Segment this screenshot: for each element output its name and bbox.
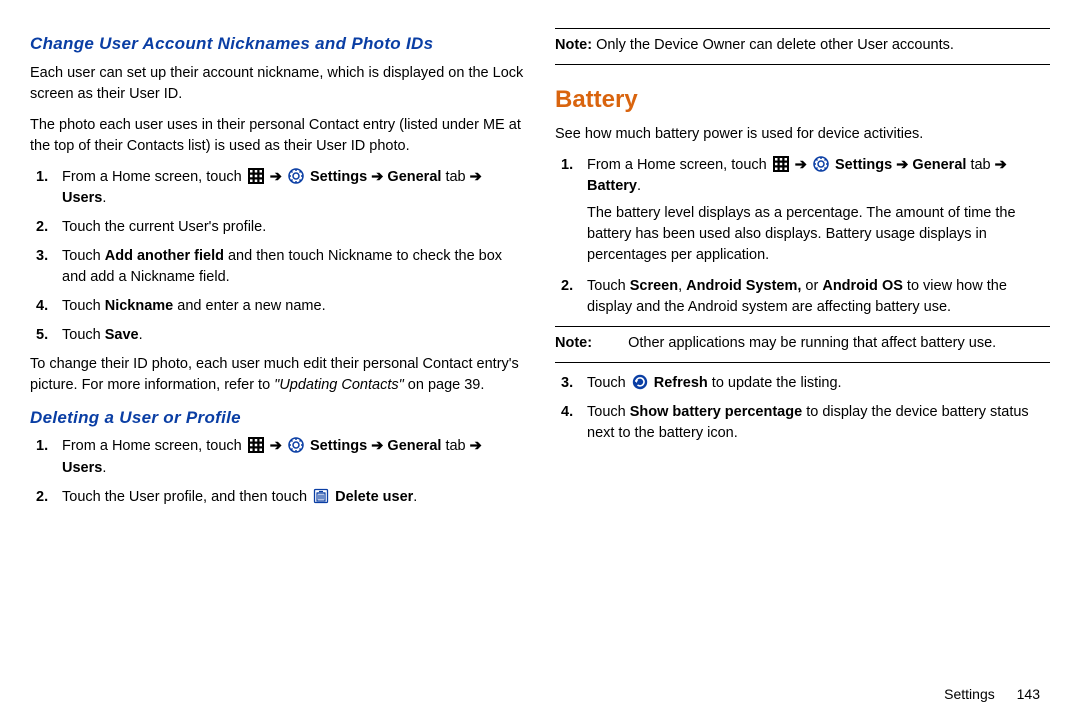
step-battery-3: Touch Refresh to update the listing. — [587, 373, 1050, 394]
text-tab: tab — [441, 169, 469, 185]
text-tab: tab — [441, 438, 469, 454]
note-device-owner: Note: Only the Device Owner can delete o… — [555, 28, 1050, 65]
text: Save — [105, 327, 139, 343]
step-change-5: Touch Save. — [62, 325, 525, 346]
text: or — [801, 278, 822, 294]
gear-icon — [288, 437, 304, 453]
text: Delete user — [335, 489, 413, 505]
gear-icon — [288, 168, 304, 184]
text: Touch the User profile, and then touch — [62, 489, 311, 505]
step-change-3: Touch Add another field and then touch N… — [62, 246, 525, 288]
gear-icon — [813, 156, 829, 172]
step-change-4: Touch Nickname and enter a new name. — [62, 296, 525, 317]
text: Android OS — [822, 278, 903, 294]
heading-battery: Battery — [555, 83, 1050, 118]
trash-icon — [313, 488, 329, 504]
text: Touch — [587, 404, 630, 420]
note-label: Note: — [555, 37, 592, 53]
heading-deleting-user: Deleting a User or Profile — [30, 406, 525, 431]
text-users: Users — [62, 460, 102, 476]
arrow-icon: ➔ — [995, 157, 1007, 173]
text: From a Home screen, touch — [62, 169, 246, 185]
text: on page 39. — [404, 377, 485, 393]
step-delete-1: From a Home screen, touch ➔ Settings ➔ G… — [62, 436, 525, 478]
text: . — [139, 327, 143, 343]
text: and enter a new name. — [173, 298, 325, 314]
text: Touch — [587, 375, 630, 391]
text-users: Users — [62, 190, 102, 206]
arrow-icon: ➔ — [371, 438, 383, 454]
note-label: Note: — [555, 335, 592, 351]
page-body: Change User Account Nicknames and Photo … — [30, 24, 1050, 516]
text: Touch — [62, 248, 105, 264]
text: Screen — [630, 278, 678, 294]
arrow-icon: ➔ — [896, 157, 908, 173]
arrow-icon: ➔ — [270, 438, 282, 454]
text: Touch — [62, 327, 105, 343]
step-battery-1: From a Home screen, touch ➔ Settings ➔ G… — [587, 155, 1050, 266]
arrow-icon: ➔ — [470, 169, 482, 185]
note-other-apps: Note: Other applications may be running … — [555, 326, 1050, 363]
right-column: Note: Only the Device Owner can delete o… — [555, 24, 1050, 516]
step-battery-2: Touch Screen, Android System, or Android… — [587, 276, 1050, 318]
text: . — [413, 489, 417, 505]
arrow-icon: ➔ — [371, 169, 383, 185]
para-battery-1: See how much battery power is used for d… — [555, 124, 1050, 145]
arrow-icon: ➔ — [795, 157, 807, 173]
text-settings: Settings — [310, 169, 367, 185]
apps-icon — [773, 156, 789, 172]
apps-icon — [248, 437, 264, 453]
text: Android System, — [686, 278, 801, 294]
cross-ref: "Updating Contacts" — [274, 377, 404, 393]
text-general: General — [387, 438, 441, 454]
arrow-icon: ➔ — [270, 169, 282, 185]
para-change-3: To change their ID photo, each user much… — [30, 354, 525, 396]
text: , — [678, 278, 686, 294]
text: Nickname — [105, 298, 174, 314]
text: From a Home screen, touch — [587, 157, 771, 173]
note-text: Only the Device Owner can delete other U… — [592, 37, 954, 53]
note-text: Other applications may be running that a… — [592, 335, 996, 351]
arrow-icon: ➔ — [470, 438, 482, 454]
text-tab: tab — [966, 157, 994, 173]
apps-icon — [248, 168, 264, 184]
step-change-1: From a Home screen, touch ➔ Settings ➔ G… — [62, 167, 525, 209]
step-delete-2: Touch the User profile, and then touch D… — [62, 487, 525, 508]
step-change-2: Touch the current User's profile. — [62, 217, 525, 238]
steps-change: From a Home screen, touch ➔ Settings ➔ G… — [30, 167, 525, 346]
steps-battery-a: From a Home screen, touch ➔ Settings ➔ G… — [555, 155, 1050, 318]
steps-delete: From a Home screen, touch ➔ Settings ➔ G… — [30, 436, 525, 507]
text: Show battery percentage — [630, 404, 802, 420]
text-settings: Settings — [310, 438, 367, 454]
text: to update the listing. — [708, 375, 842, 391]
footer-section: Settings — [944, 686, 995, 702]
text: Add another field — [105, 248, 224, 264]
page-footer: Settings 143 — [944, 684, 1040, 704]
step-battery-1-follow: The battery level displays as a percenta… — [587, 203, 1050, 266]
refresh-icon — [632, 374, 648, 390]
text: Touch — [62, 298, 105, 314]
steps-battery-b: Touch Refresh to update the listing. Tou… — [555, 373, 1050, 444]
text: Touch — [587, 278, 630, 294]
para-change-2: The photo each user uses in their person… — [30, 115, 525, 157]
text-settings: Settings — [835, 157, 892, 173]
text-general: General — [387, 169, 441, 185]
step-battery-4: Touch Show battery percentage to display… — [587, 402, 1050, 444]
heading-change-nicknames: Change User Account Nicknames and Photo … — [30, 32, 525, 57]
footer-page-number: 143 — [1017, 686, 1040, 702]
left-column: Change User Account Nicknames and Photo … — [30, 24, 525, 516]
text: Refresh — [654, 375, 708, 391]
text-general: General — [912, 157, 966, 173]
text-battery: Battery — [587, 178, 637, 194]
para-change-1: Each user can set up their account nickn… — [30, 63, 525, 105]
text: From a Home screen, touch — [62, 438, 246, 454]
